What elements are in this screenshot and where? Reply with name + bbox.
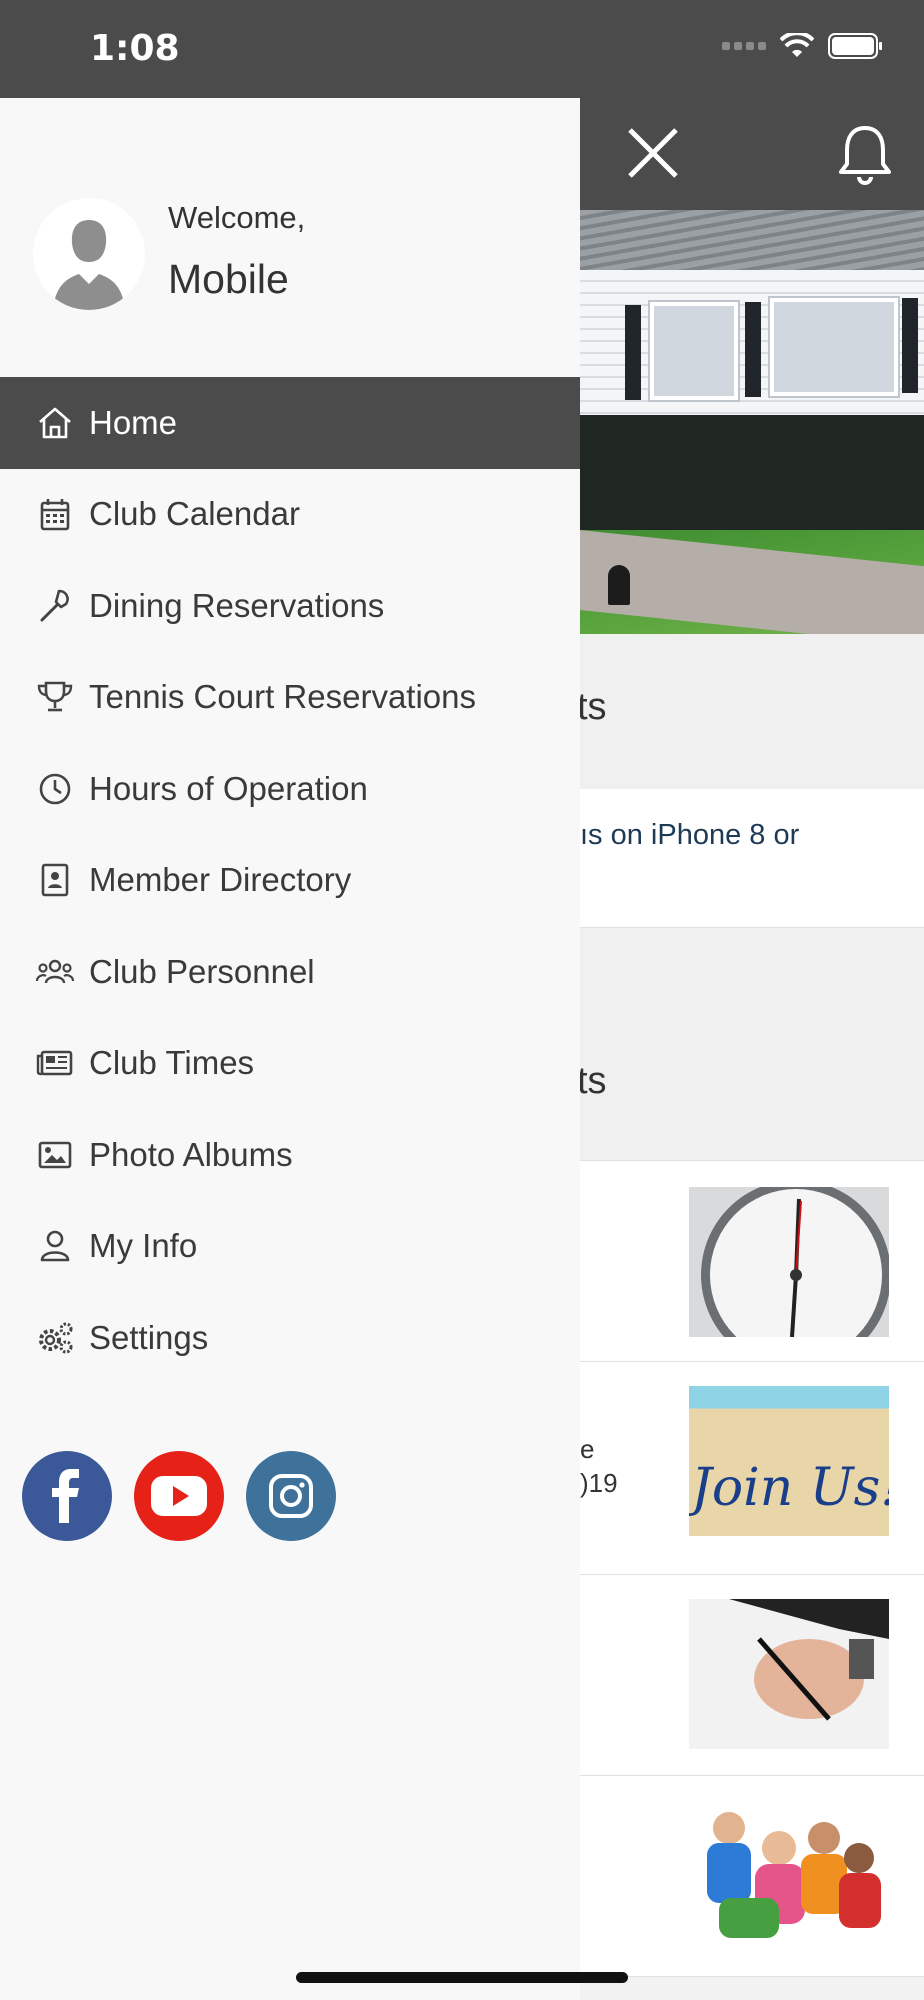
utensils-icon — [40, 589, 69, 622]
menu-item-tennis-court-reservations[interactable]: Tennis Court Reservations — [0, 652, 580, 744]
menu-item-label: Home — [89, 403, 178, 441]
kids-thumbnail — [689, 1798, 889, 1948]
menu-item-label: Dining Reservations — [89, 586, 385, 624]
menu-item-my-info[interactable]: My Info — [0, 1201, 580, 1293]
menu-item-label: Photo Albums — [89, 1135, 293, 1173]
section-header: ts — [577, 634, 924, 790]
menu-item-label: Member Directory — [89, 861, 352, 899]
section-title: ts — [577, 686, 607, 728]
avatar — [33, 198, 145, 310]
menu-item-label: My Info — [89, 1227, 198, 1265]
section-title: ts — [577, 1060, 607, 1102]
status-bar: 1:08 — [0, 0, 924, 98]
facebook-icon — [52, 1469, 79, 1523]
clock-icon — [39, 773, 71, 805]
wifi-icon — [780, 33, 814, 57]
navigation-drawer: Welcome, Mobile Home Club Calendar Dinin… — [0, 98, 580, 2000]
section-header: ts — [577, 928, 924, 1161]
facebook-button[interactable] — [22, 1451, 112, 1541]
menu-item-label: Settings — [89, 1318, 209, 1356]
menu-item-label: Club Calendar — [89, 495, 300, 533]
menu-item-hours-of-operation[interactable]: Hours of Operation — [0, 743, 580, 835]
join-us-thumbnail: Join Us! — [689, 1386, 889, 1536]
battery-icon — [828, 33, 882, 59]
menu-item-club-times[interactable]: Club Times — [0, 1018, 580, 1110]
newspaper-icon — [36, 1050, 73, 1076]
trophy-icon — [37, 681, 73, 712]
menu-item-club-personnel[interactable]: Club Personnel — [0, 926, 580, 1018]
home-icon — [39, 407, 71, 439]
image-icon — [38, 1141, 72, 1169]
alert-link[interactable]: ıs on iPhone 8 or — [580, 819, 799, 852]
clock-thumbnail — [689, 1187, 889, 1337]
status-time: 1:08 — [90, 28, 180, 69]
user-avatar-icon — [53, 220, 125, 310]
menu-item-home[interactable]: Home — [0, 377, 580, 469]
youtube-icon — [151, 1476, 207, 1516]
menu-item-club-calendar[interactable]: Club Calendar — [0, 469, 580, 561]
instagram-button[interactable] — [246, 1451, 336, 1541]
news-item[interactable]: e )19 Join Us! — [580, 1362, 924, 1575]
cellular-signal-icon — [722, 42, 766, 50]
menu-item-dining-reservations[interactable]: Dining Reservations — [0, 560, 580, 652]
menu-item-label: Club Times — [89, 1044, 255, 1082]
news-item[interactable] — [580, 1776, 924, 1977]
youtube-button[interactable] — [134, 1451, 224, 1541]
close-icon[interactable] — [620, 120, 686, 186]
user-name: Mobile — [168, 256, 289, 302]
menu-item-label: Club Personnel — [89, 952, 315, 990]
bell-icon[interactable] — [830, 120, 900, 190]
hero-image — [580, 210, 924, 634]
menu-item-label: Tennis Court Reservations — [89, 678, 477, 716]
gears-icon — [39, 1322, 73, 1354]
user-icon — [40, 1230, 70, 1262]
signing-thumbnail — [689, 1599, 889, 1749]
menu-item-settings[interactable]: Settings — [0, 1292, 580, 1384]
menu-item-label: Hours of Operation — [89, 769, 368, 807]
alert-row[interactable]: ıs on iPhone 8 or — [580, 789, 924, 928]
menu-item-member-directory[interactable]: Member Directory — [0, 835, 580, 927]
status-indicators — [722, 32, 884, 60]
drawer-menu: Home Club Calendar Dining Reservations T… — [0, 377, 580, 1384]
users-icon — [35, 959, 75, 984]
instagram-icon — [269, 1474, 313, 1518]
welcome-label: Welcome, — [168, 200, 306, 235]
news-item[interactable] — [580, 1575, 924, 1776]
menu-item-photo-albums[interactable]: Photo Albums — [0, 1109, 580, 1201]
calendar-icon — [40, 499, 70, 531]
address-book-icon — [41, 863, 69, 897]
home-indicator[interactable] — [296, 1972, 628, 1983]
news-title: e )19 — [580, 1434, 618, 1498]
app-header — [580, 98, 924, 210]
news-item[interactable] — [580, 1161, 924, 1362]
